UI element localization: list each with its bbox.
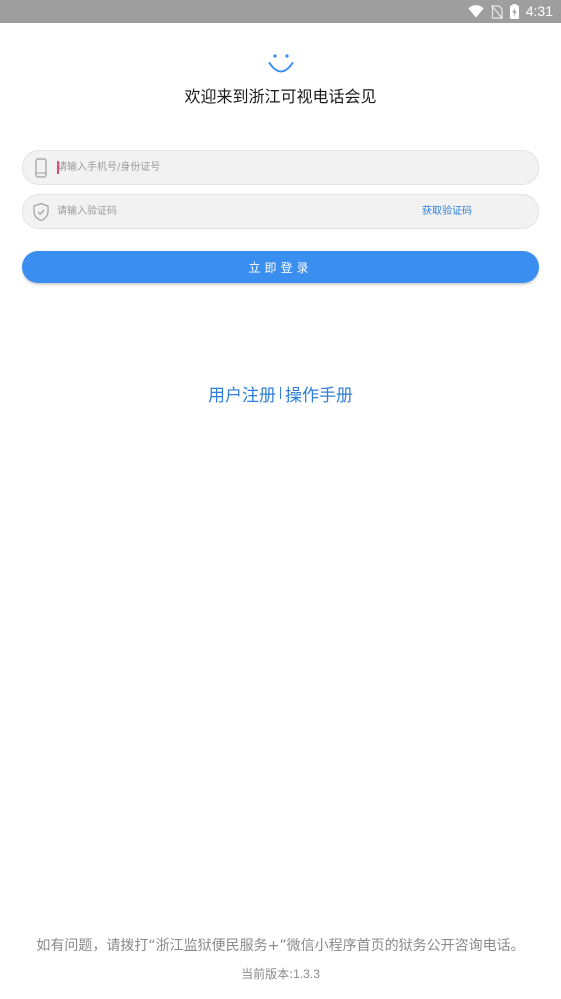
- code-field[interactable]: 获取验证码: [22, 194, 539, 229]
- wifi-icon: [468, 5, 484, 18]
- smiley-face-icon: [268, 54, 294, 73]
- links-row: 用户注册 操作手册: [0, 380, 561, 406]
- phone-icon: [35, 158, 47, 178]
- version-number: 1.3.3: [293, 967, 320, 981]
- version-text: 当前版本:1.3.3: [0, 966, 561, 982]
- battery-charging-icon: [509, 4, 519, 19]
- code-input[interactable]: [57, 195, 417, 228]
- shield-icon: [33, 202, 49, 222]
- version-label: 当前版本:: [241, 967, 294, 981]
- help-note: 如有问题，请拨打“浙江监狱便民服务+”微信小程序首页的狱务公开咨询电话。: [36, 938, 525, 954]
- get-code-button[interactable]: 获取验证码: [422, 195, 472, 228]
- status-bar: 4:31: [0, 0, 561, 23]
- login-button[interactable]: 立即登录: [22, 251, 539, 283]
- links-divider: [280, 387, 281, 399]
- status-icons: 4:31: [468, 2, 553, 21]
- register-link[interactable]: 用户注册: [208, 381, 276, 406]
- manual-link[interactable]: 操作手册: [285, 381, 353, 406]
- page-title: 欢迎来到浙江可视电话会见: [184, 87, 377, 106]
- status-time: 4:31: [525, 3, 553, 19]
- phone-input[interactable]: [57, 151, 417, 184]
- phone-field[interactable]: [22, 150, 539, 185]
- no-sim-icon: [490, 4, 503, 19]
